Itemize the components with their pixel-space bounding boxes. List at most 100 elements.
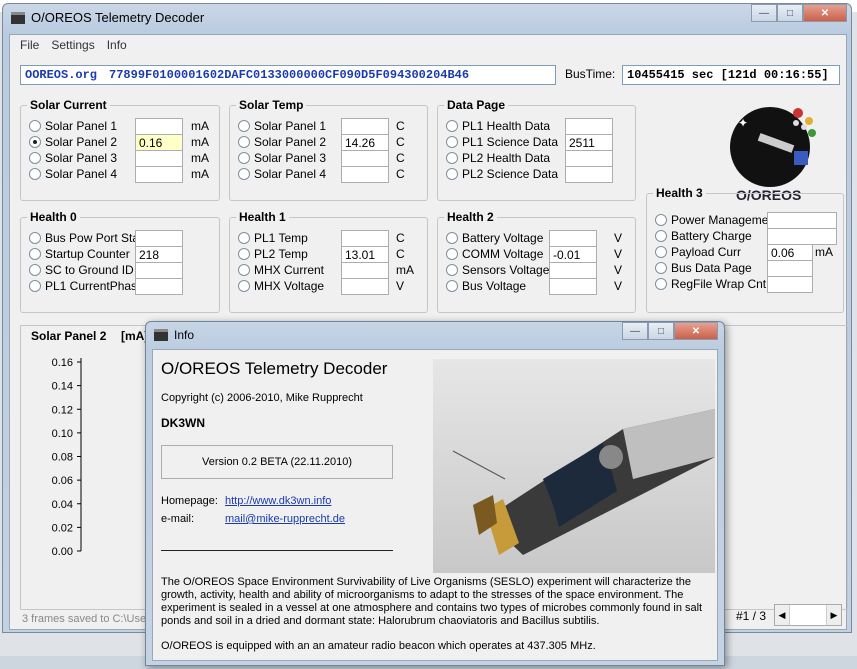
solar-temp-row[interactable]: Solar Panel 3 bbox=[238, 150, 326, 166]
radio-button[interactable] bbox=[29, 120, 41, 132]
health0-row[interactable]: Startup Counter bbox=[29, 246, 130, 262]
minimize-button[interactable]: — bbox=[751, 4, 777, 22]
value-field[interactable]: 0.06 bbox=[767, 244, 813, 261]
value-field[interactable] bbox=[135, 118, 183, 135]
bus-data-field[interactable]: OOREOS.org 77899F0100001602DAFC0133000000… bbox=[20, 65, 556, 85]
health1-row[interactable]: PL2 Temp bbox=[238, 246, 308, 262]
radio-button-selected[interactable] bbox=[29, 136, 41, 148]
menu-file[interactable]: File bbox=[14, 38, 45, 52]
health3-row[interactable]: RegFile Wrap Cnt bbox=[655, 276, 766, 292]
radio-button[interactable] bbox=[446, 280, 458, 292]
value-field[interactable] bbox=[135, 150, 183, 167]
page-scrollbar[interactable]: ◀ ▶ bbox=[774, 604, 842, 626]
menu-info[interactable]: Info bbox=[101, 38, 133, 52]
data-page-row[interactable]: PL2 Health Data bbox=[446, 150, 550, 166]
health1-row[interactable]: MHX Voltage bbox=[238, 278, 324, 294]
close-button[interactable]: ✕ bbox=[803, 4, 847, 22]
value-field[interactable] bbox=[767, 212, 837, 229]
health3-row[interactable]: Bus Data Page bbox=[655, 260, 752, 276]
email-link[interactable]: mail@mike-rupprecht.de bbox=[225, 513, 345, 525]
radio-button[interactable] bbox=[655, 278, 667, 290]
solar-temp-row[interactable]: Solar Panel 1 bbox=[238, 118, 326, 134]
radio-button[interactable] bbox=[655, 246, 667, 258]
health0-row[interactable]: PL1 CurrentPhase bbox=[29, 278, 144, 294]
radio-button[interactable] bbox=[238, 152, 250, 164]
value-field[interactable] bbox=[767, 228, 837, 245]
radio-button[interactable] bbox=[238, 136, 250, 148]
health2-row[interactable]: Bus Voltage bbox=[446, 278, 526, 294]
value-field[interactable] bbox=[767, 276, 813, 293]
radio-button[interactable] bbox=[29, 168, 41, 180]
value-field[interactable] bbox=[135, 278, 183, 295]
homepage-link[interactable]: http://www.dk3wn.info bbox=[225, 495, 331, 507]
scroll-left-icon[interactable]: ◀ bbox=[775, 605, 789, 625]
health2-row[interactable]: Sensors Voltage bbox=[446, 262, 549, 278]
radio-button[interactable] bbox=[446, 168, 458, 180]
value-field[interactable] bbox=[549, 262, 597, 279]
value-field[interactable] bbox=[549, 278, 597, 295]
value-field[interactable]: 2511 bbox=[565, 134, 613, 151]
health2-row[interactable]: Battery Voltage bbox=[446, 230, 543, 246]
health0-row[interactable]: Bus Pow Port Stat bbox=[29, 230, 142, 246]
value-field[interactable] bbox=[341, 118, 389, 135]
solar-temp-row[interactable]: Solar Panel 2 bbox=[238, 134, 326, 150]
value-field[interactable] bbox=[341, 150, 389, 167]
solar-current-row[interactable]: Solar Panel 1 bbox=[29, 118, 117, 134]
solar-current-row[interactable]: Solar Panel 3 bbox=[29, 150, 117, 166]
radio-button[interactable] bbox=[446, 120, 458, 132]
value-field[interactable] bbox=[565, 118, 613, 135]
maximize-button[interactable]: □ bbox=[648, 322, 674, 340]
value-field[interactable]: 13.01 bbox=[341, 246, 389, 263]
solar-current-row[interactable]: Solar Panel 4 bbox=[29, 166, 117, 182]
value-field[interactable] bbox=[135, 166, 183, 183]
scroll-thumb[interactable] bbox=[789, 605, 827, 625]
data-page-row[interactable]: PL2 Science Data bbox=[446, 166, 558, 182]
health2-row[interactable]: COMM Voltage bbox=[446, 246, 543, 262]
solar-temp-row[interactable]: Solar Panel 4 bbox=[238, 166, 326, 182]
radio-button[interactable] bbox=[655, 262, 667, 274]
minimize-button[interactable]: — bbox=[622, 322, 648, 340]
radio-button[interactable] bbox=[238, 168, 250, 180]
radio-button[interactable] bbox=[29, 152, 41, 164]
value-field[interactable] bbox=[341, 262, 389, 279]
value-field[interactable] bbox=[565, 166, 613, 183]
solar-current-row[interactable]: Solar Panel 2 bbox=[29, 134, 117, 150]
radio-button[interactable] bbox=[238, 120, 250, 132]
radio-button[interactable] bbox=[446, 136, 458, 148]
radio-button[interactable] bbox=[655, 230, 667, 242]
health3-row[interactable]: Battery Charge bbox=[655, 228, 752, 244]
radio-button[interactable] bbox=[29, 264, 41, 276]
value-field[interactable] bbox=[135, 262, 183, 279]
value-field[interactable]: -0.01 bbox=[549, 246, 597, 263]
menu-settings[interactable]: Settings bbox=[45, 38, 100, 52]
value-field[interactable]: 218 bbox=[135, 246, 183, 263]
radio-button[interactable] bbox=[238, 232, 250, 244]
data-page-row[interactable]: PL1 Health Data bbox=[446, 118, 550, 134]
radio-button[interactable] bbox=[446, 232, 458, 244]
data-page-row[interactable]: PL1 Science Data bbox=[446, 134, 558, 150]
value-field[interactable] bbox=[767, 260, 813, 277]
value-field[interactable] bbox=[341, 278, 389, 295]
value-field[interactable] bbox=[135, 230, 183, 247]
scroll-right-icon[interactable]: ▶ bbox=[827, 605, 841, 625]
radio-button[interactable] bbox=[238, 248, 250, 260]
radio-button[interactable] bbox=[238, 280, 250, 292]
health1-row[interactable]: MHX Current bbox=[238, 262, 324, 278]
radio-button[interactable] bbox=[29, 280, 41, 292]
health3-row[interactable]: Payload Curr bbox=[655, 244, 741, 260]
radio-button[interactable] bbox=[655, 214, 667, 226]
radio-button[interactable] bbox=[29, 248, 41, 260]
health3-row[interactable]: Power Management bbox=[655, 212, 778, 228]
health1-row[interactable]: PL1 Temp bbox=[238, 230, 308, 246]
radio-button[interactable] bbox=[238, 264, 250, 276]
radio-button[interactable] bbox=[446, 152, 458, 164]
maximize-button[interactable]: □ bbox=[777, 4, 803, 22]
value-field[interactable]: 0.16 bbox=[135, 134, 183, 151]
value-field[interactable] bbox=[341, 166, 389, 183]
health0-row[interactable]: SC to Ground ID bbox=[29, 262, 134, 278]
radio-button[interactable] bbox=[29, 232, 41, 244]
bustime-field[interactable]: 10455415 sec [121d 00:16:55] bbox=[622, 65, 840, 85]
close-button[interactable]: ✕ bbox=[674, 322, 718, 340]
value-field[interactable] bbox=[341, 230, 389, 247]
radio-button[interactable] bbox=[446, 264, 458, 276]
